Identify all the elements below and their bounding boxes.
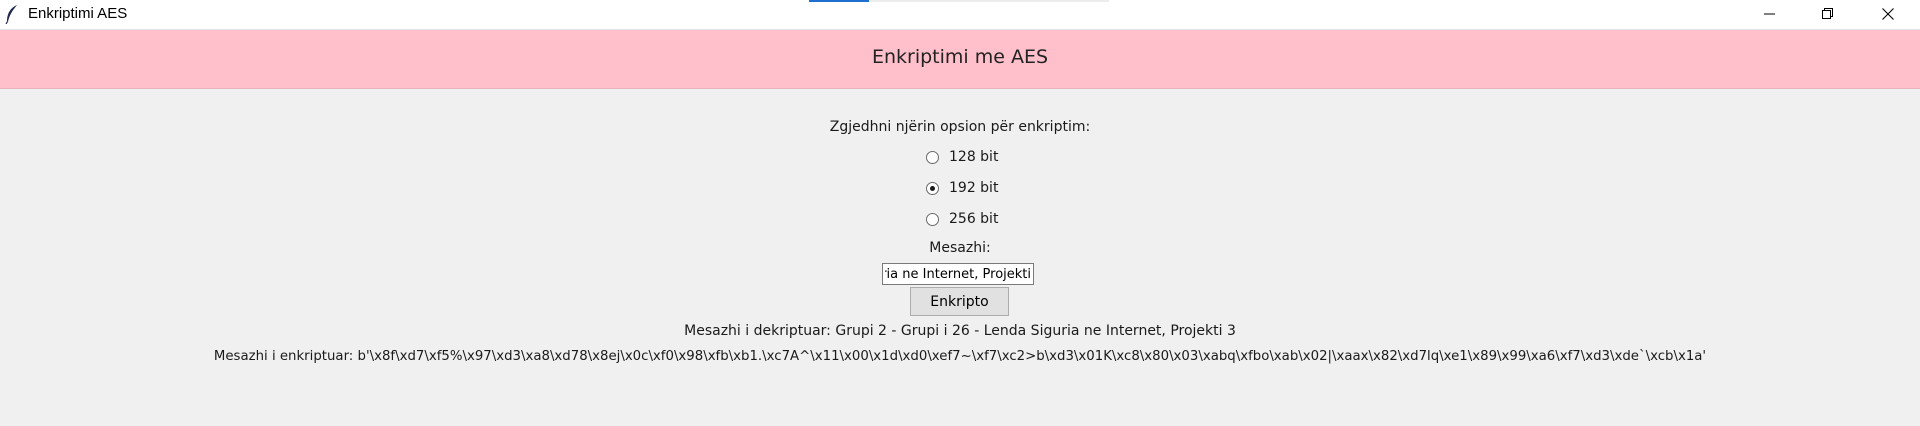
radio-label-192: 192 bit bbox=[949, 180, 999, 196]
window-title: Enkriptimi AES bbox=[28, 5, 128, 22]
radio-button-128[interactable] bbox=[926, 150, 939, 164]
radio-option-256[interactable]: 256 bit bbox=[926, 209, 998, 229]
radio-option-128[interactable]: 128 bit bbox=[926, 147, 998, 167]
header-banner: Enkriptimi me AES bbox=[0, 30, 1920, 89]
feather-icon bbox=[4, 4, 20, 25]
message-input[interactable] bbox=[882, 263, 1034, 285]
title-strip-accent bbox=[809, 0, 869, 2]
radio-button-256[interactable] bbox=[926, 212, 939, 226]
close-icon bbox=[1882, 5, 1894, 24]
restore-icon bbox=[1822, 5, 1834, 24]
restore-button[interactable] bbox=[1800, 0, 1856, 29]
encrypt-button[interactable]: Enkripto bbox=[910, 287, 1009, 316]
decrypted-message: Mesazhi i dekriptuar: Grupi 2 - Grupi i … bbox=[684, 323, 1236, 339]
minimize-icon bbox=[1764, 5, 1776, 24]
close-button[interactable] bbox=[1860, 0, 1916, 29]
option-prompt: Zgjedhni njërin opsion për enkriptim: bbox=[829, 119, 1091, 135]
message-label: Mesazhi: bbox=[929, 240, 991, 256]
radio-label-256: 256 bit bbox=[949, 211, 999, 227]
radio-option-192[interactable]: 192 bit bbox=[926, 178, 998, 198]
minimize-button[interactable] bbox=[1742, 0, 1798, 29]
window-titlebar: Enkriptimi AES bbox=[0, 0, 1920, 30]
encrypted-message: Mesazhi i enkriptuar: b'\x8f\xd7\xf5%\x9… bbox=[213, 349, 1707, 364]
radio-button-192[interactable] bbox=[926, 181, 939, 195]
page-title: Enkriptimi me AES bbox=[871, 46, 1049, 68]
radio-label-128: 128 bit bbox=[949, 149, 999, 165]
